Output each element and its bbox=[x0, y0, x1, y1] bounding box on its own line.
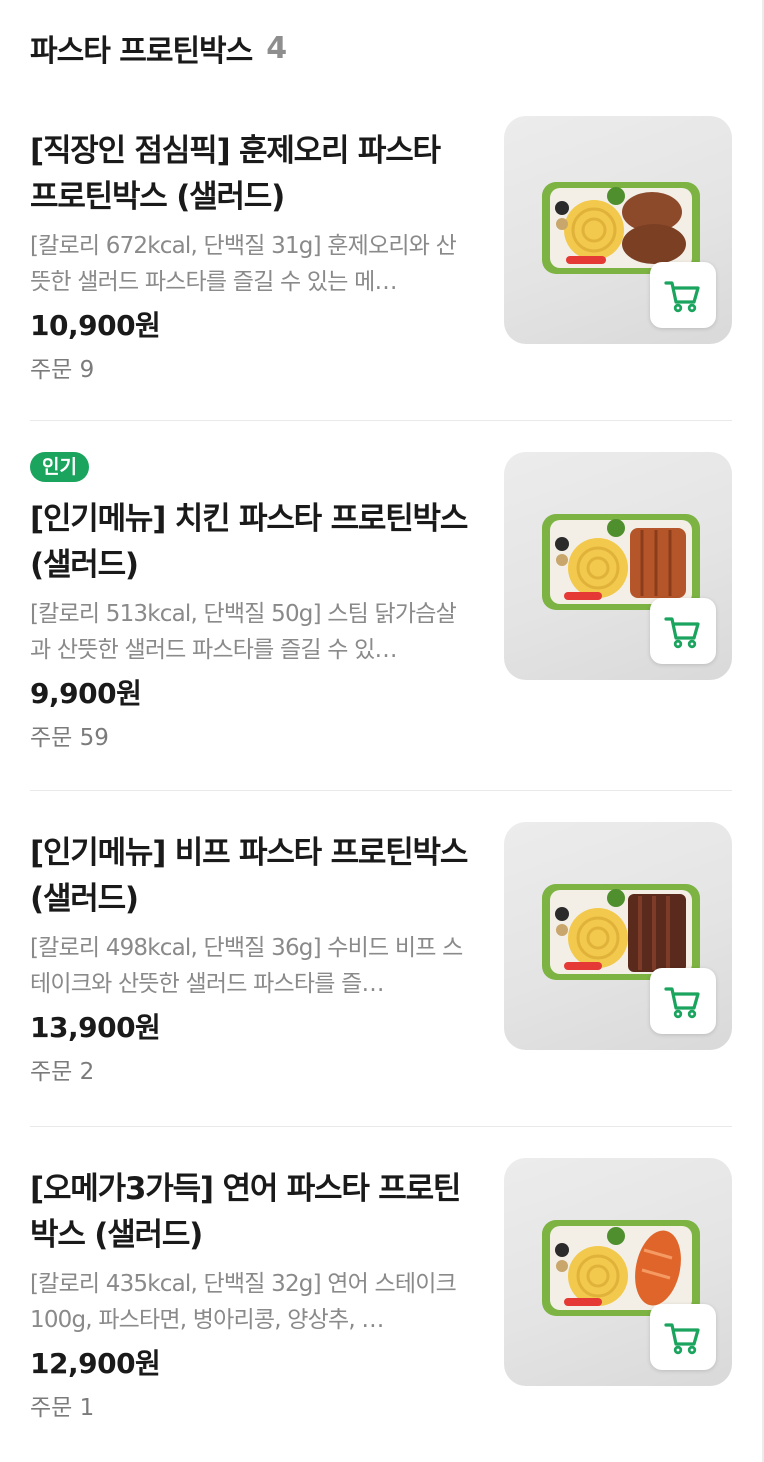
item-price: 9,900원 bbox=[30, 677, 142, 710]
item-image[interactable] bbox=[504, 1158, 732, 1386]
add-to-cart-button[interactable] bbox=[650, 1304, 716, 1370]
add-to-cart-button[interactable] bbox=[650, 262, 716, 328]
item-description: [칼로리 498kcal, 단백질 36g] 수비드 비프 스테이크와 산뜻한 … bbox=[30, 935, 463, 997]
item-name: [오메가3가득] 연어 파스타 프로틴박스 (샐러드) bbox=[30, 1171, 461, 1253]
divider bbox=[30, 790, 732, 791]
item-image[interactable] bbox=[504, 822, 732, 1050]
section-count: 4 bbox=[266, 30, 288, 66]
item-price: 12,900원 bbox=[30, 1347, 161, 1380]
item-order-count: 주문 59 bbox=[30, 725, 109, 751]
section-title: 파스타 프로틴박스 bbox=[30, 34, 253, 69]
popular-badge: 인기 bbox=[30, 452, 89, 482]
shopping-cart-icon bbox=[664, 281, 700, 313]
item-description: [칼로리 513kcal, 단백질 50g] 스팀 닭가슴살과 산뜻한 샐러드 … bbox=[30, 601, 457, 663]
section-header: 파스타 프로틴박스 4 bbox=[30, 26, 287, 70]
item-description: [칼로리 435kcal, 단백질 32g] 연어 스테이크 100g, 파스타… bbox=[30, 1271, 457, 1333]
add-to-cart-button[interactable] bbox=[650, 968, 716, 1034]
item-order-count: 주문 2 bbox=[30, 1059, 95, 1085]
item-name: [직장인 점심픽] 훈제오리 파스타 프로틴박스 (샐러드) bbox=[30, 133, 441, 215]
shopping-cart-icon bbox=[664, 617, 700, 649]
item-image[interactable] bbox=[504, 116, 732, 344]
item-order-count: 주문 9 bbox=[30, 357, 95, 383]
divider bbox=[30, 420, 732, 421]
item-info: [오메가3가득] 연어 파스타 프로틴박스 (샐러드) [칼로리 435kcal… bbox=[30, 1166, 470, 1428]
item-price: 10,900원 bbox=[30, 309, 161, 342]
add-to-cart-button[interactable] bbox=[650, 598, 716, 664]
shopping-cart-icon bbox=[664, 987, 700, 1019]
divider bbox=[30, 1126, 732, 1127]
item-info: [직장인 점심픽] 훈제오리 파스타 프로틴박스 (샐러드) [칼로리 672k… bbox=[30, 128, 470, 390]
item-description: [칼로리 672kcal, 단백질 31g] 훈제오리와 산뜻한 샐러드 파스타… bbox=[30, 233, 457, 295]
item-name: [인기메뉴] 비프 파스타 프로틴박스 (샐러드) bbox=[30, 835, 468, 917]
item-image[interactable] bbox=[504, 452, 732, 680]
item-info: 인기 [인기메뉴] 치킨 파스타 프로틴박스 (샐러드) [칼로리 513kca… bbox=[30, 452, 470, 758]
item-order-count: 주문 1 bbox=[30, 1395, 95, 1421]
item-info: [인기메뉴] 비프 파스타 프로틴박스 (샐러드) [칼로리 498kcal, … bbox=[30, 830, 470, 1092]
item-price: 13,900원 bbox=[30, 1011, 161, 1044]
shopping-cart-icon bbox=[664, 1323, 700, 1355]
item-name: [인기메뉴] 치킨 파스타 프로틴박스 (샐러드) bbox=[30, 501, 468, 583]
